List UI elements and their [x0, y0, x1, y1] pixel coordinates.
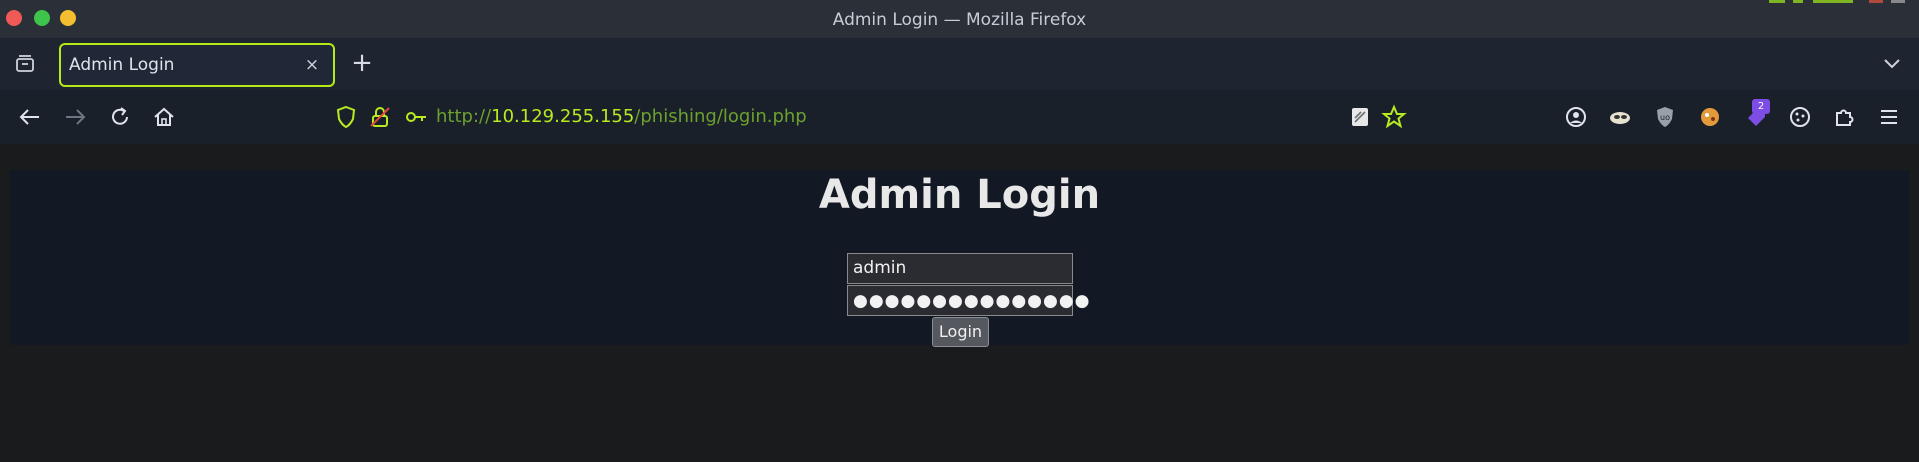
extension-badge: 2 [1752, 99, 1770, 114]
star-icon[interactable] [1381, 104, 1407, 130]
hamburger-menu-icon[interactable] [1876, 104, 1902, 130]
svg-text:uo: uo [1660, 113, 1670, 122]
window-titlebar: Admin Login — Mozilla Firefox [0, 0, 1919, 38]
arrow-left-icon[interactable] [17, 104, 43, 130]
close-icon[interactable]: × [301, 54, 323, 76]
url-host: 10.129.255.155 [491, 106, 635, 127]
arrow-right-icon[interactable] [62, 104, 88, 130]
titlebar-edge-decoration [1759, 0, 1919, 3]
password-input[interactable]: ●●●●●●●●●●●●●●● [847, 285, 1090, 316]
reader-view-icon[interactable] [1347, 104, 1373, 130]
home-icon[interactable] [151, 104, 177, 130]
extensions-puzzle-icon[interactable] [1831, 104, 1857, 130]
chevron-down-icon[interactable] [1881, 52, 1903, 74]
url-scheme: http:// [436, 106, 492, 127]
key-icon[interactable] [403, 104, 429, 130]
page-title: Admin Login [818, 172, 1101, 218]
cookie-extension-icon[interactable] [1697, 104, 1723, 130]
login-button[interactable]: Login [932, 317, 989, 347]
insecure-lock-icon[interactable] [367, 104, 393, 130]
extension-icon[interactable] [1607, 104, 1633, 130]
reload-icon[interactable] [107, 104, 133, 130]
tab-label: Admin Login [69, 55, 175, 75]
shield-icon[interactable] [333, 104, 359, 130]
url-text[interactable]: http://10.129.255.155/phishing/login.php [436, 106, 807, 127]
tab-admin-login[interactable]: Admin Login × [59, 43, 335, 87]
new-tab-button[interactable]: + [350, 50, 374, 78]
cookie-icon[interactable] [1787, 104, 1813, 130]
ublock-origin-icon[interactable]: uo [1652, 104, 1678, 130]
firefox-view-icon[interactable] [14, 53, 36, 75]
account-icon[interactable] [1563, 104, 1589, 130]
url-path: /phishing/login.php [634, 106, 807, 127]
username-input[interactable]: admin [847, 253, 1073, 284]
window-title: Admin Login — Mozilla Firefox [832, 10, 1087, 30]
